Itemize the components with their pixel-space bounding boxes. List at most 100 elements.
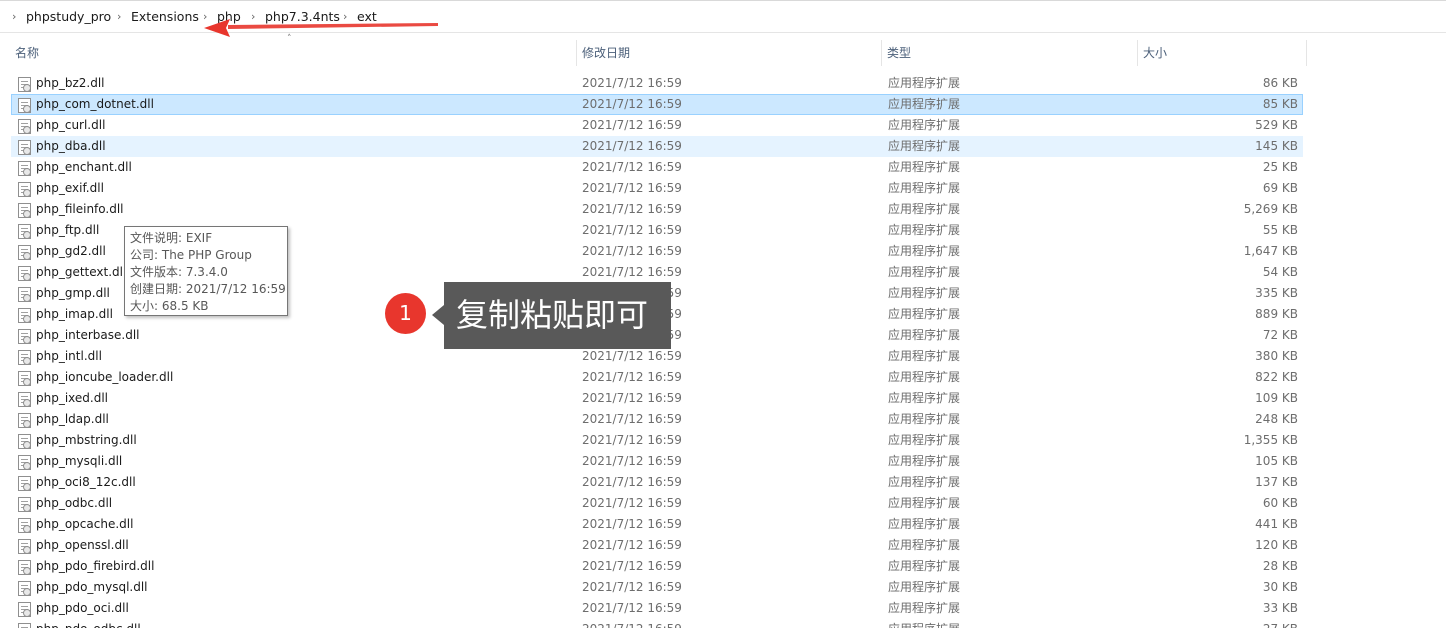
file-row[interactable]: php_odbc.dll 2021/7/12 16:59 应用程序扩展 60 KB bbox=[11, 493, 1303, 514]
file-list: php_bz2.dll 2021/7/12 16:59 应用程序扩展 86 KB php… bbox=[0, 73, 1446, 628]
column-header-date[interactable]: 修改日期 bbox=[582, 35, 630, 71]
file-row[interactable]: php_openssl.dll 2021/7/12 16:59 应用程序扩展 120 … bbox=[11, 535, 1303, 556]
column-divider[interactable] bbox=[576, 40, 577, 66]
chevron-right-icon[interactable]: › bbox=[12, 1, 16, 33]
file-modified-date: 2021/7/12 16:59 bbox=[582, 370, 682, 384]
file-row[interactable]: php_com_dotnet.dll 2021/7/12 16:59 应用程序扩展 8… bbox=[11, 94, 1303, 115]
file-name: php_interbase.dll bbox=[36, 328, 140, 342]
column-header-name[interactable]: 名称 bbox=[15, 35, 39, 71]
file-row[interactable]: php_ldap.dll 2021/7/12 16:59 应用程序扩展 248 KB bbox=[11, 409, 1303, 430]
file-type: 应用程序扩展 bbox=[888, 202, 961, 216]
file-size: 1,355 KB bbox=[1243, 433, 1298, 447]
file-size: 441 KB bbox=[1255, 517, 1298, 531]
file-row[interactable]: php_exif.dll 2021/7/12 16:59 应用程序扩展 69 KB bbox=[11, 178, 1303, 199]
file-size: 54 KB bbox=[1262, 265, 1298, 279]
column-divider[interactable] bbox=[1306, 40, 1307, 66]
file-name: php_imap.dll bbox=[36, 307, 113, 321]
callout-pointer bbox=[432, 305, 444, 325]
file-row[interactable]: php_dba.dll 2021/7/12 16:59 应用程序扩展 145 KB bbox=[11, 136, 1303, 157]
file-size: 55 KB bbox=[1262, 223, 1298, 237]
file-modified-date: 2021/7/12 16:59 bbox=[582, 76, 682, 90]
file-size: 28 KB bbox=[1262, 559, 1298, 573]
file-name: php_pdo_mysql.dll bbox=[36, 580, 148, 594]
file-modified-date: 2021/7/12 16:59 bbox=[582, 475, 682, 489]
file-type: 应用程序扩展 bbox=[888, 349, 961, 363]
file-type: 应用程序扩展 bbox=[888, 475, 961, 489]
file-name: php_fileinfo.dll bbox=[36, 202, 124, 216]
file-size: 137 KB bbox=[1255, 475, 1298, 489]
file-row[interactable]: php_curl.dll 2021/7/12 16:59 应用程序扩展 529 KB bbox=[11, 115, 1303, 136]
file-row[interactable]: php_opcache.dll 2021/7/12 16:59 应用程序扩展 441 … bbox=[11, 514, 1303, 535]
file-type: 应用程序扩展 bbox=[888, 517, 961, 531]
file-row[interactable]: php_intl.dll 2021/7/12 16:59 应用程序扩展 380 KB bbox=[11, 346, 1303, 367]
file-size: 380 KB bbox=[1255, 349, 1298, 363]
file-name: php_pdo_odbc.dll bbox=[36, 620, 141, 628]
file-row[interactable]: php_fileinfo.dll 2021/7/12 16:59 应用程序扩展 5,2… bbox=[11, 199, 1303, 220]
dll-file-icon bbox=[18, 224, 31, 239]
dll-file-icon bbox=[18, 245, 31, 260]
file-row[interactable]: php_ioncube_loader.dll 2021/7/12 16:59 应用程… bbox=[11, 367, 1303, 388]
file-row[interactable]: php_mbstring.dll 2021/7/12 16:59 应用程序扩展 1,3… bbox=[11, 430, 1303, 451]
chevron-right-icon[interactable]: › bbox=[117, 1, 121, 33]
file-modified-date: 2021/7/12 16:59 bbox=[582, 244, 682, 258]
file-tooltip: 文件说明: EXIF 公司: The PHP Group 文件版本: 7.3.4… bbox=[124, 226, 288, 316]
file-modified-date: 2021/7/12 16:59 bbox=[582, 223, 682, 237]
file-row[interactable]: php_pdo_oci.dll 2021/7/12 16:59 应用程序扩展 33 K… bbox=[11, 598, 1303, 619]
file-type: 应用程序扩展 bbox=[888, 160, 961, 174]
column-header-type[interactable]: 类型 bbox=[887, 35, 911, 71]
file-size: 335 KB bbox=[1255, 286, 1298, 300]
file-row[interactable]: php_mysqli.dll 2021/7/12 16:59 应用程序扩展 105 K… bbox=[11, 451, 1303, 472]
file-row[interactable]: php_enchant.dll 2021/7/12 16:59 应用程序扩展 25 K… bbox=[11, 157, 1303, 178]
dll-file-icon bbox=[18, 266, 31, 281]
file-type: 应用程序扩展 bbox=[888, 76, 961, 90]
dll-file-icon bbox=[18, 371, 31, 386]
file-modified-date: 2021/7/12 16:59 bbox=[582, 601, 682, 615]
file-row[interactable]: php_oci8_12c.dll 2021/7/12 16:59 应用程序扩展 137… bbox=[11, 472, 1303, 493]
dll-file-icon bbox=[18, 98, 31, 113]
file-name: php_intl.dll bbox=[36, 349, 102, 363]
file-name: php_gd2.dll bbox=[36, 244, 106, 258]
tooltip-version: 文件版本: 7.3.4.0 bbox=[130, 265, 228, 279]
file-row[interactable]: php_pdo_mysql.dll 2021/7/12 16:59 应用程序扩展 30… bbox=[11, 577, 1303, 598]
file-type: 应用程序扩展 bbox=[888, 328, 961, 342]
file-row[interactable]: php_bz2.dll 2021/7/12 16:59 应用程序扩展 86 KB bbox=[11, 73, 1303, 94]
file-modified-date: 2021/7/12 16:59 bbox=[582, 412, 682, 426]
file-size: 33 KB bbox=[1262, 601, 1298, 615]
column-divider[interactable] bbox=[1137, 40, 1138, 66]
file-size: 1,647 KB bbox=[1243, 244, 1298, 258]
file-modified-date: 2021/7/12 16:59 bbox=[582, 496, 682, 510]
dll-file-icon bbox=[18, 623, 31, 628]
file-modified-date: 2021/7/12 16:59 bbox=[582, 454, 682, 468]
file-name: php_openssl.dll bbox=[36, 538, 129, 552]
file-name: php_dba.dll bbox=[36, 139, 106, 153]
dll-file-icon bbox=[18, 287, 31, 302]
dll-file-icon bbox=[18, 434, 31, 449]
tooltip-created: 创建日期: 2021/7/12 16:59 bbox=[130, 282, 286, 296]
file-modified-date: 2021/7/12 16:59 bbox=[582, 202, 682, 216]
file-name: php_mbstring.dll bbox=[36, 433, 137, 447]
dll-file-icon bbox=[18, 413, 31, 428]
file-type: 应用程序扩展 bbox=[888, 559, 961, 573]
file-size: 109 KB bbox=[1255, 391, 1298, 405]
dll-file-icon bbox=[18, 539, 31, 554]
dll-file-icon bbox=[18, 581, 31, 596]
dll-file-icon bbox=[18, 497, 31, 512]
file-name: php_com_dotnet.dll bbox=[36, 97, 154, 111]
red-arrow-annotation bbox=[204, 19, 438, 37]
file-type: 应用程序扩展 bbox=[888, 412, 961, 426]
column-header-size[interactable]: 大小 bbox=[1143, 35, 1167, 71]
file-name: php_pdo_oci.dll bbox=[36, 601, 129, 615]
breadcrumb-extensions[interactable]: Extensions bbox=[131, 1, 199, 33]
file-modified-date: 2021/7/12 16:59 bbox=[582, 559, 682, 573]
file-row[interactable]: php_pdo_firebird.dll 2021/7/12 16:59 应用程序扩… bbox=[11, 556, 1303, 577]
file-size: 86 KB bbox=[1262, 76, 1298, 90]
file-modified-date: 2021/7/12 16:59 bbox=[582, 181, 682, 195]
column-divider[interactable] bbox=[881, 40, 882, 66]
file-row[interactable]: php_pdo_odbc.dll 2021/7/12 16:59 应用程序扩展 27 … bbox=[11, 619, 1303, 628]
file-type: 应用程序扩展 bbox=[888, 496, 961, 510]
breadcrumb-phpstudy-pro[interactable]: phpstudy_pro bbox=[26, 1, 111, 33]
file-name: php_oci8_12c.dll bbox=[36, 475, 136, 489]
file-row[interactable]: php_ixed.dll 2021/7/12 16:59 应用程序扩展 109 KB bbox=[11, 388, 1303, 409]
file-size: 105 KB bbox=[1255, 454, 1298, 468]
file-type: 应用程序扩展 bbox=[888, 454, 961, 468]
